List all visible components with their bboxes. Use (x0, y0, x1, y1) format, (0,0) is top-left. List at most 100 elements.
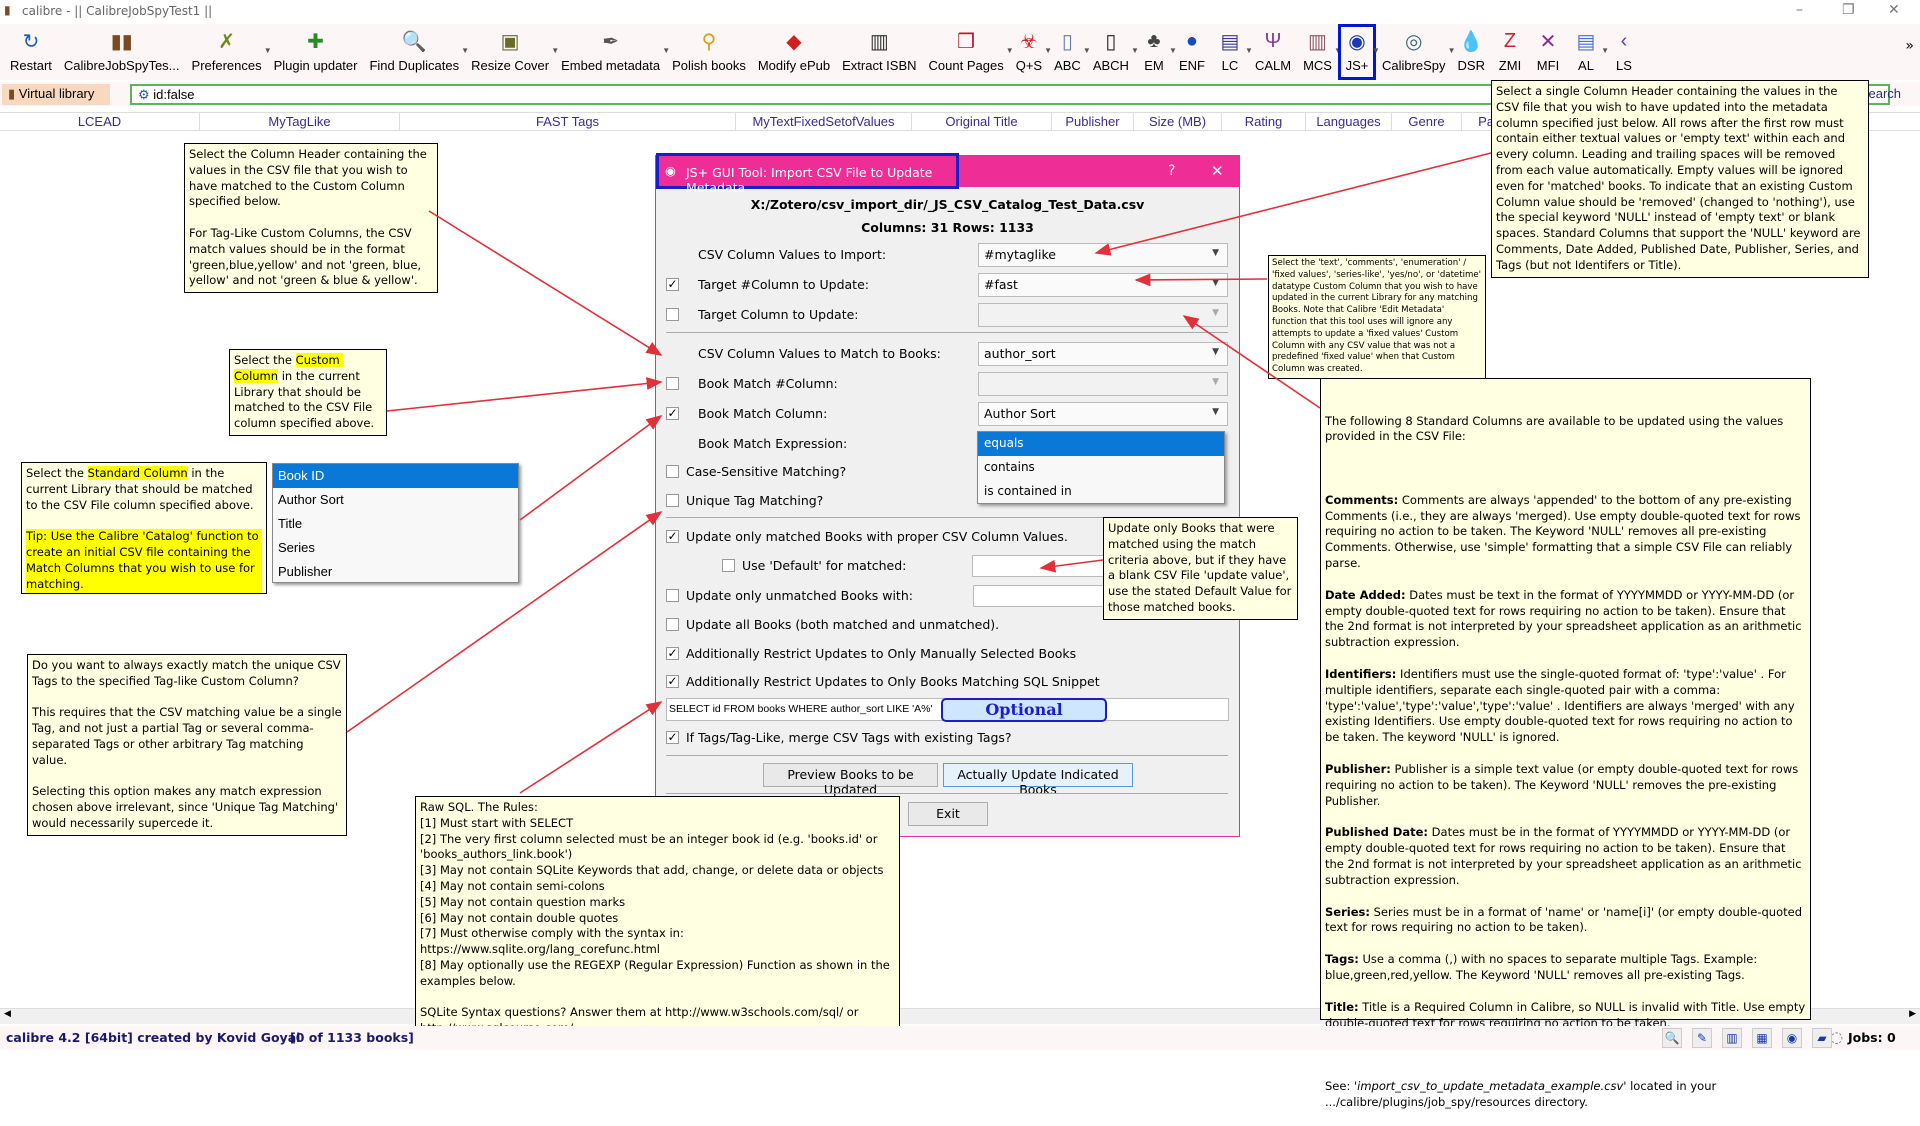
arrow (519, 415, 663, 521)
column-header[interactable]: Publisher (1052, 113, 1134, 130)
column-header[interactable]: FAST Tags (400, 113, 736, 130)
preview-books-button[interactable]: Preview Books to be Updated (763, 763, 938, 797)
toolbar-find-duplicates-button[interactable]: 🔍 Find Duplicates ▼ (363, 24, 469, 80)
option-book-id[interactable]: Book ID (273, 464, 518, 488)
jobs-indicator[interactable]: Jobs: 0 (1848, 1030, 1896, 1045)
toolbar-ls-button[interactable]: ‹ LS (1605, 24, 1643, 80)
update-unmatched-checkbox[interactable] (666, 589, 679, 602)
toolbar-resize-cover-button[interactable]: ▣ Resize Cover ▼ (465, 24, 559, 80)
eye-icon[interactable]: ◉ (1782, 1028, 1802, 1048)
toolbar-restart-button[interactable]: ↻ Restart (4, 24, 58, 80)
toolbar-embed-metadata-button[interactable]: ✒ Embed metadata ▼ (555, 24, 670, 80)
restrict-selected-checkbox[interactable]: ✓ (666, 647, 679, 660)
toolbar-overflow-button[interactable]: » (1905, 38, 1914, 54)
toolbar-preferences-button[interactable]: ✗ Preferences ▼ (186, 24, 272, 80)
chevron-down-icon: ▼ (1212, 347, 1219, 357)
minimize-button[interactable]: – (1796, 2, 1803, 18)
csv-import-combo[interactable]: #mytaglike ▼ (978, 243, 1228, 267)
close-button[interactable]: ✕ (1888, 2, 1900, 18)
update-all-checkbox[interactable] (666, 618, 679, 631)
toolbar-abch-button[interactable]: ▯ ABCH ▼ (1087, 24, 1139, 80)
column-header[interactable]: MyTextFixedSetofValues (736, 113, 912, 130)
update-books-button[interactable]: Actually Update Indicated Books (943, 763, 1133, 797)
target-std-checkbox[interactable] (666, 308, 679, 321)
toolbar-label: AL (1578, 58, 1594, 73)
arrow (428, 210, 663, 356)
standard-column-entry: Series: Series must be in a format of 'n… (1325, 904, 1806, 935)
book-match-custom-combo[interactable]: ▼ (978, 372, 1228, 396)
toolbar-label: Find Duplicates (369, 58, 460, 73)
toolbar-label: Preferences (191, 58, 262, 73)
calibre-logo-icon: ▮ (4, 3, 11, 17)
toolbar-calibrespy-button[interactable]: ◎ CalibreSpy ▼ (1376, 24, 1456, 80)
option-equals[interactable]: equals (978, 432, 1224, 456)
toolbar-q-s-button[interactable]: ☣ Q+S ▼ (1010, 24, 1052, 80)
column-header[interactable]: Size (MB) (1134, 113, 1222, 130)
toolbar-enf-button[interactable]: ● ENF (1173, 24, 1211, 80)
column-header[interactable]: Rating (1222, 113, 1306, 130)
toolbar-dsr-button[interactable]: 💧 DSR (1452, 24, 1491, 80)
option-title[interactable]: Title (273, 512, 518, 536)
option-is-contained-in[interactable]: is contained in (978, 480, 1224, 504)
cover-grid-icon[interactable]: ▥ (1722, 1028, 1742, 1048)
book-match-custom-checkbox[interactable] (666, 377, 679, 390)
column-header[interactable]: Languages (1306, 113, 1392, 130)
biohazard-icon: ☣ (1019, 30, 1038, 53)
toolbar-mcs-button[interactable]: ▥ MCS ▼ (1297, 24, 1342, 80)
book-match-std-checkbox[interactable]: ✓ (666, 407, 679, 420)
unique-tag-checkbox[interactable] (666, 494, 679, 507)
unmatched-value-input[interactable] (973, 585, 1123, 607)
option-contains[interactable]: contains (978, 456, 1224, 480)
csv-import-label: CSV Column Values to Import: (698, 247, 887, 262)
toolbar-count-pages-button[interactable]: ❒ Count Pages ▼ (923, 24, 1014, 80)
toolbar-calibrejobspytes-button[interactable]: ▮▮ CalibreJobSpyTes... (58, 24, 186, 80)
merge-tags-checkbox[interactable]: ✓ (666, 731, 679, 744)
book-icon[interactable]: ▰ (1812, 1028, 1832, 1048)
exit-button[interactable]: Exit (908, 802, 988, 826)
window-title: calibre - || CalibreJobSpyTest1 || (22, 4, 213, 18)
tag-icon[interactable]: ✎ (1692, 1028, 1712, 1048)
default-value-tooltip: Update only Books that were matched usin… (1103, 517, 1298, 620)
match-expression-dropdown: equals contains is contained in (977, 431, 1225, 504)
drop-icon: 💧 (1458, 30, 1484, 53)
column-header[interactable]: Genre (1392, 113, 1462, 130)
target-custom-checkbox[interactable]: ✓ (666, 278, 679, 291)
option-publisher[interactable]: Publisher (273, 560, 518, 584)
column-header[interactable]: Original Title (912, 113, 1052, 130)
maximize-button[interactable]: ❐ (1842, 2, 1855, 18)
toolbar-zmi-button[interactable]: Z ZMI (1491, 24, 1529, 80)
csv-match-combo[interactable]: author_sort ▼ (978, 342, 1228, 366)
toolbar-label: JS+ (1345, 58, 1369, 73)
target-custom-combo[interactable]: #fast ▼ (978, 273, 1228, 297)
target-std-combo[interactable]: ▼ (978, 303, 1228, 327)
option-series[interactable]: Series (273, 536, 518, 560)
virtual-library-button[interactable]: ▮ Virtual library (2, 84, 110, 105)
restrict-sql-checkbox[interactable]: ✓ (666, 675, 679, 688)
toolbar-extract-isbn-button[interactable]: ▥ Extract ISBN (836, 24, 922, 80)
toolbar-modify-epub-button[interactable]: ◆ Modify ePub (752, 24, 836, 80)
toolbar-em-button[interactable]: ♣ EM ▼ (1135, 24, 1177, 80)
toolbar-lc-button[interactable]: ▤ LC ▼ (1211, 24, 1252, 80)
toolbar-calm-button[interactable]: Ψ CALM (1249, 24, 1297, 80)
grid-icon[interactable]: ▦ (1752, 1028, 1772, 1048)
toolbar-mfi-button[interactable]: ✕ MFI (1529, 24, 1567, 80)
case-sensitive-checkbox[interactable] (666, 465, 679, 478)
dialog-close-button[interactable]: ✕ (1211, 162, 1224, 180)
toolbar-polish-books-button[interactable]: ⚲ Polish books (666, 24, 752, 80)
toolbar-js-button[interactable]: ◉ JS+ ▼ (1337, 24, 1380, 80)
toolbar-abc-button[interactable]: ▯ ABC ▼ (1048, 24, 1091, 80)
update-matched-checkbox[interactable]: ✓ (666, 530, 679, 543)
column-header[interactable]: MyTagLike (200, 113, 400, 130)
search-icon[interactable]: 🔍 (1662, 1028, 1682, 1048)
use-default-checkbox[interactable] (722, 559, 735, 572)
toolbar-plugin-updater-button[interactable]: ✚ Plugin updater (268, 24, 364, 80)
divider (666, 793, 1228, 794)
column-header[interactable]: LCEAD (0, 113, 200, 130)
toolbar-al-button[interactable]: ▤ AL ▼ (1567, 24, 1609, 80)
book-match-std-combo[interactable]: Author Sort ▼ (978, 402, 1228, 426)
default-value-input[interactable] (972, 555, 1122, 577)
toolbar-label: MFI (1536, 58, 1560, 73)
help-button[interactable]: ? (1168, 163, 1175, 179)
standard-column-entry: Date Added: Dates must be text in the fo… (1325, 587, 1806, 650)
option-author-sort[interactable]: Author Sort (273, 488, 518, 512)
